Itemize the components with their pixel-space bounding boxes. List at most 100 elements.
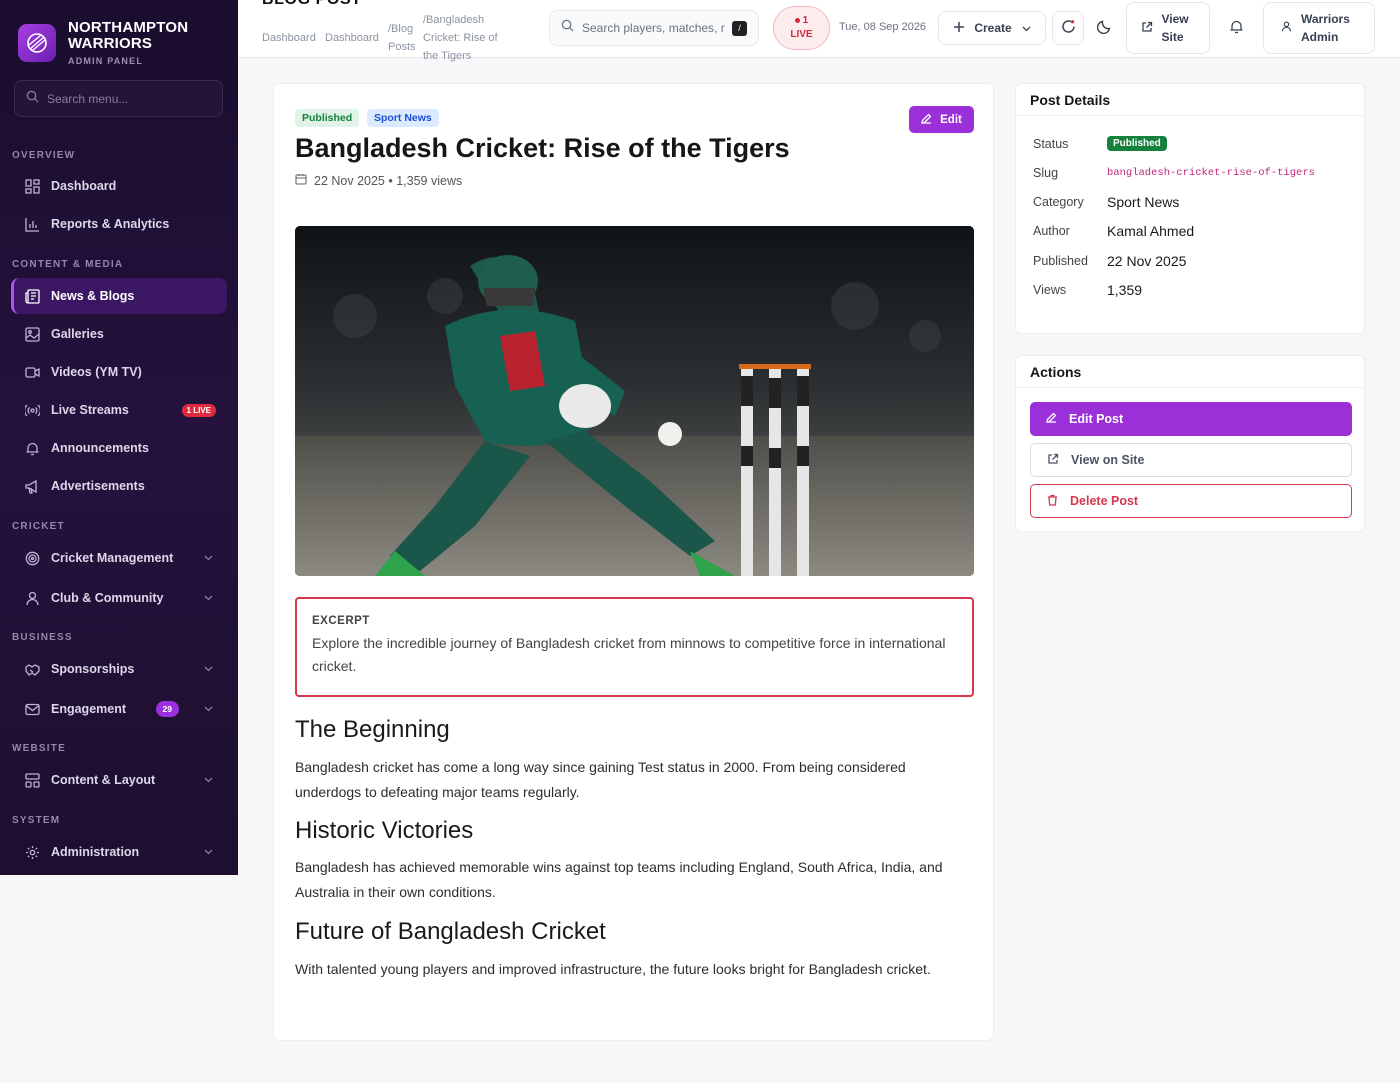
breadcrumb-current: /Bangladesh Cricket: Rise of the Tigers: [423, 14, 498, 62]
brand-subtitle: ADMIN PANEL: [68, 56, 144, 66]
user-menu-button[interactable]: Warriors Admin: [1263, 2, 1375, 54]
section-label-overview: OVERVIEW: [12, 150, 76, 161]
post-meta-text: 22 Nov 2025 • 1,359 views: [314, 173, 463, 188]
sidebar-item-cricket-management[interactable]: Cricket Management: [11, 540, 227, 576]
target-icon: [24, 550, 40, 566]
post-details-panel: Post Details Status Published Slug bangl…: [1015, 83, 1365, 334]
sidebar-item-announcements[interactable]: Announcements: [11, 430, 227, 466]
chevron-down-icon: [1022, 21, 1031, 35]
sidebar-item-label: Sponsorships: [51, 662, 135, 676]
sidebar-item-label: Content & Layout: [51, 773, 156, 787]
brand[interactable]: NORTHAMPTON WARRIORS ADMIN PANEL: [18, 20, 198, 66]
brand-name: NORTHAMPTON WARRIORS: [68, 19, 189, 52]
section-body: With talented young players and improved…: [295, 961, 931, 977]
image-icon: [24, 326, 40, 342]
sidebar-item-label: Advertisements: [51, 479, 145, 493]
status-badge: Published: [1107, 136, 1167, 151]
global-search[interactable]: /: [549, 10, 759, 46]
breadcrumb-blog-posts[interactable]: /Blog Posts: [388, 20, 420, 56]
broadcast-icon: [24, 402, 40, 418]
delete-post-button[interactable]: Delete Post: [1030, 484, 1352, 518]
sidebar-item-label: Dashboard: [51, 179, 117, 193]
breadcrumb-dashboard-1[interactable]: Dashboard: [262, 29, 316, 47]
detail-row-category: Category Sport News: [1033, 194, 1179, 210]
live-badge: 1 LIVE: [181, 403, 216, 417]
live-indicator[interactable]: 1 LIVE: [773, 6, 830, 50]
detail-label: Slug: [1033, 166, 1059, 180]
detail-label: Published: [1033, 254, 1088, 268]
refresh-icon: [1060, 18, 1077, 38]
sidebar-item-administration[interactable]: Administration: [11, 834, 227, 870]
refresh-button[interactable]: [1052, 11, 1084, 45]
published-value: 22 Nov 2025: [1107, 253, 1187, 269]
section-heading: Historic Victories: [295, 817, 474, 844]
post-featured-image: [295, 226, 974, 576]
chevron-down-icon: [201, 662, 215, 676]
notifications-button[interactable]: [1218, 11, 1254, 45]
megaphone-icon: [24, 478, 40, 494]
sidebar-item-label: Cricket Management: [51, 551, 174, 565]
sidebar-search-input[interactable]: [47, 91, 207, 106]
external-link-icon: [1047, 453, 1059, 468]
sidebar-item-engagement[interactable]: Engagement 29: [11, 691, 227, 727]
edit-post-button[interactable]: Edit Post: [1030, 402, 1352, 436]
section-heading: Future of Bangladesh Cricket: [295, 918, 606, 945]
create-button[interactable]: Create: [938, 11, 1046, 45]
section-label-system: SYSTEM: [12, 815, 61, 826]
user-icon: [24, 590, 40, 606]
detail-label: Views: [1033, 283, 1067, 297]
sidebar-item-galleries[interactable]: Galleries: [11, 316, 227, 352]
sidebar-item-sponsorships[interactable]: Sponsorships: [11, 651, 227, 687]
video-icon: [24, 364, 40, 380]
current-date: Tue, 08 Sep 2026: [839, 21, 927, 33]
user-label: Warriors Admin: [1301, 12, 1350, 44]
search-icon: [561, 19, 574, 37]
live-dot-icon: [794, 18, 800, 23]
category-badge[interactable]: Sport News: [367, 109, 439, 127]
section-label-content: CONTENT & MEDIA: [12, 259, 124, 270]
edit-button[interactable]: Edit: [909, 106, 974, 133]
sidebar-item-dashboard[interactable]: Dashboard: [11, 168, 227, 204]
chevron-down-icon: [201, 551, 215, 565]
slug-value: bangladesh-cricket-rise-of-tigers: [1107, 167, 1315, 179]
category-value: Sport News: [1107, 194, 1180, 210]
search-icon: [26, 90, 39, 108]
edit-label: Edit: [940, 113, 962, 126]
layout-icon: [24, 772, 40, 788]
breadcrumb-dashboard-2[interactable]: Dashboard: [325, 29, 379, 47]
section-label-website: WEBSITE: [12, 743, 66, 754]
status-badge: Published: [295, 109, 360, 127]
search-shortcut-key: /: [732, 20, 747, 36]
post-card: Published Sport News Edit Bangladesh Cri…: [273, 83, 994, 1041]
chevron-down-icon: [201, 773, 215, 787]
post-title: Bangladesh Cricket: Rise of the Tigers: [295, 133, 790, 163]
bar-chart-icon: [24, 216, 40, 232]
chevron-down-icon: [201, 702, 215, 716]
sidebar-item-live-streams[interactable]: Live Streams 1 LIVE: [11, 392, 227, 428]
sidebar-item-label: Engagement: [51, 702, 127, 716]
sidebar-item-club-community[interactable]: Club & Community: [11, 580, 227, 616]
author-value: Kamal Ahmed: [1107, 223, 1195, 239]
sidebar-item-content-layout[interactable]: Content & Layout: [11, 762, 227, 798]
edit-post-label: Edit Post: [1069, 412, 1124, 426]
bell-icon: [24, 440, 40, 456]
moon-icon: [1096, 19, 1112, 37]
views-value: 1,359: [1107, 282, 1143, 298]
detail-row-author: Author Kamal Ahmed: [1033, 223, 1194, 239]
global-search-input[interactable]: [582, 21, 728, 35]
user-icon: [1281, 21, 1292, 35]
sidebar-item-news[interactable]: News & Blogs: [11, 278, 227, 314]
view-site-button[interactable]: View Site: [1126, 2, 1210, 54]
theme-toggle-button[interactable]: [1088, 11, 1120, 45]
sidebar-item-advertisements[interactable]: Advertisements: [11, 468, 227, 504]
sidebar-item-label: Reports & Analytics: [51, 217, 170, 231]
pencil-icon: [1046, 412, 1057, 426]
sidebar-item-videos[interactable]: Videos (YM TV): [11, 354, 227, 390]
section-body: Bangladesh cricket has come a long way s…: [295, 759, 906, 800]
sidebar-item-reports[interactable]: Reports & Analytics: [11, 206, 227, 242]
view-on-site-label: View on Site: [1071, 453, 1145, 467]
create-label: Create: [974, 21, 1012, 35]
sidebar-search[interactable]: [14, 80, 223, 117]
view-on-site-button[interactable]: View on Site: [1030, 443, 1352, 477]
club-logo-icon: [18, 24, 56, 62]
